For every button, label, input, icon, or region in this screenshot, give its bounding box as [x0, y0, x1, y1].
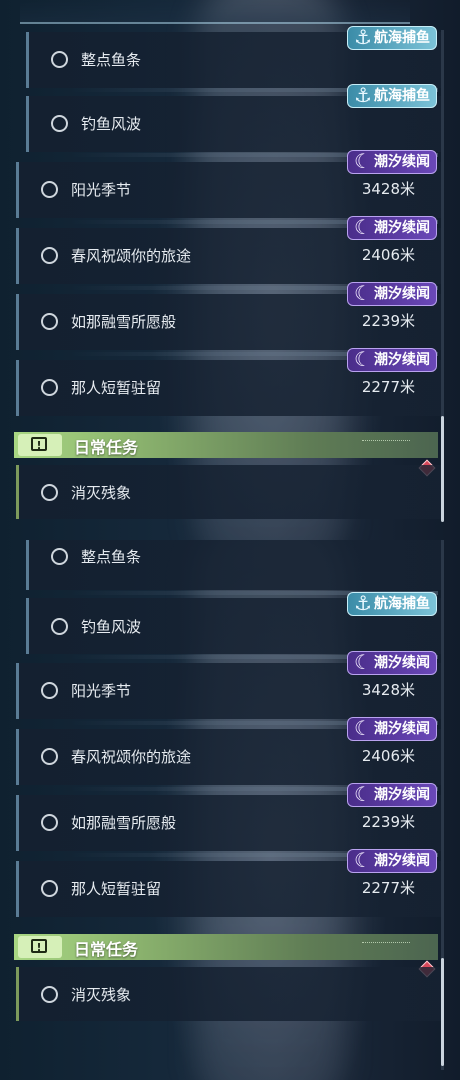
quest-row[interactable]: 那人短暂驻留 ☾ 潮汐续闻 2277米 — [16, 848, 441, 917]
quest-name: 整点鱼条 — [81, 51, 142, 69]
quest-name: 如那融雪所愿般 — [71, 814, 177, 832]
quest-type-badge: ☾ 潮汐续闻 — [347, 716, 437, 741]
quest-status-circle-icon — [41, 484, 58, 501]
quest-name: 钓鱼风波 — [81, 115, 142, 133]
quest-status-circle-icon — [41, 880, 58, 897]
quest-name: 阳光季节 — [71, 181, 132, 199]
exclamation-box-icon: ! — [18, 936, 62, 958]
quest-distance: 2239米 — [361, 312, 415, 330]
daily-quests-header[interactable]: ! 日常任务 — [14, 432, 438, 458]
quest-row[interactable]: 阳光季节 ☾ 潮汐续闻 3428米 — [16, 650, 441, 719]
anchor-icon: ⚓ — [354, 25, 372, 49]
scrollbar-thumb[interactable] — [441, 958, 444, 1066]
quest-type-badge: ☾ 潮汐续闻 — [347, 281, 437, 306]
header-decoration — [362, 942, 410, 949]
quest-status-circle-icon — [41, 986, 58, 1003]
quest-row[interactable]: 钓鱼风波 ⚓ 航海捕鱼 — [26, 83, 441, 152]
quest-distance: 2406米 — [361, 747, 415, 765]
anchor-icon: ⚓ — [354, 83, 372, 107]
quest-name: 如那融雪所愿般 — [71, 313, 177, 331]
quest-type-badge: ⚓ 航海捕鱼 — [347, 591, 437, 616]
panel-top-border — [20, 0, 410, 24]
quest-row[interactable]: 钓鱼风波 ⚓ 航海捕鱼 — [26, 591, 441, 654]
sparkle-crescent-icon: ☾ — [354, 347, 372, 371]
quest-distance: 2406米 — [361, 246, 415, 264]
quest-status-circle-icon — [41, 181, 58, 198]
sparkle-crescent-icon: ☾ — [354, 782, 372, 806]
sparkle-crescent-icon: ☾ — [354, 650, 372, 674]
quest-type-badge: ☾ 潮汐续闻 — [347, 650, 437, 675]
sparkle-crescent-icon: ☾ — [354, 848, 372, 872]
quest-name: 那人短暂驻留 — [71, 880, 162, 898]
quest-row[interactable]: 如那融雪所愿般 ☾ 潮汐续闻 2239米 — [16, 281, 441, 350]
quest-status-circle-icon — [41, 814, 58, 831]
quest-type-badge: ☾ 潮汐续闻 — [347, 347, 437, 372]
quest-status-circle-icon — [51, 115, 68, 132]
quest-type-badge: ⚓ 航海捕鱼 — [347, 83, 437, 108]
quest-list-panel: 整点鱼条 钓鱼风波 ⚓ 航海捕鱼 阳光季节 ☾ 潮汐续闻 3428米 春风祝颂你… — [0, 540, 460, 1080]
quest-status-circle-icon — [41, 682, 58, 699]
quest-distance: 2239米 — [361, 813, 415, 831]
quest-name: 春风祝颂你的旅途 — [71, 748, 192, 766]
scrollbar-thumb[interactable] — [441, 416, 444, 522]
category-title: 日常任务 — [74, 438, 139, 457]
quest-row[interactable]: 如那融雪所愿般 ☾ 潮汐续闻 2239米 — [16, 782, 441, 851]
quest-type-badge: ☾ 潮汐续闻 — [347, 215, 437, 240]
quest-type-badge: ☾ 潮汐续闻 — [347, 149, 437, 174]
quest-row[interactable]: 那人短暂驻留 ☾ 潮汐续闻 2277米 — [16, 347, 441, 416]
quest-type-badge: ☾ 潮汐续闻 — [347, 782, 437, 807]
quest-distance: 2277米 — [361, 378, 415, 396]
quest-row[interactable]: 整点鱼条 ⚓ 航海捕鱼 — [26, 25, 441, 88]
quest-status-circle-icon — [51, 548, 68, 565]
anchor-icon: ⚓ — [354, 591, 372, 615]
sparkle-crescent-icon: ☾ — [354, 215, 372, 239]
quest-distance: 2277米 — [361, 879, 415, 897]
quest-distance: 3428米 — [361, 681, 415, 699]
header-decoration — [362, 440, 410, 447]
quest-type-badge: ⚓ 航海捕鱼 — [347, 25, 437, 50]
quest-row[interactable]: 消灭残象 — [16, 967, 441, 1021]
sparkle-crescent-icon: ☾ — [354, 149, 372, 173]
quest-row[interactable]: 阳光季节 ☾ 潮汐续闻 3428米 — [16, 149, 441, 218]
quest-name: 消灭残象 — [71, 986, 132, 1004]
quest-row[interactable]: 消灭残象 — [16, 465, 441, 519]
quest-list-panel: 整点鱼条 ⚓ 航海捕鱼 钓鱼风波 ⚓ 航海捕鱼 阳光季节 ☾ 潮汐续闻 3428… — [0, 0, 460, 540]
quest-status-circle-icon — [41, 748, 58, 765]
category-title: 日常任务 — [74, 940, 139, 959]
sparkle-crescent-icon: ☾ — [354, 716, 372, 740]
quest-name: 整点鱼条 — [81, 548, 142, 566]
quest-name: 春风祝颂你的旅途 — [71, 247, 192, 265]
quest-status-circle-icon — [51, 618, 68, 635]
quest-status-circle-icon — [41, 247, 58, 264]
quest-row[interactable]: 春风祝颂你的旅途 ☾ 潮汐续闻 2406米 — [16, 215, 441, 284]
quest-row[interactable]: 春风祝颂你的旅途 ☾ 潮汐续闻 2406米 — [16, 716, 441, 785]
quest-distance: 3428米 — [361, 180, 415, 198]
quest-status-circle-icon — [41, 379, 58, 396]
quest-status-circle-icon — [51, 51, 68, 68]
quest-type-badge: ☾ 潮汐续闻 — [347, 848, 437, 873]
quest-name: 那人短暂驻留 — [71, 379, 162, 397]
exclamation-box-icon: ! — [18, 434, 62, 456]
quest-name: 钓鱼风波 — [81, 618, 142, 636]
sparkle-crescent-icon: ☾ — [354, 281, 372, 305]
daily-quests-header[interactable]: ! 日常任务 — [14, 934, 438, 960]
quest-name: 消灭残象 — [71, 484, 132, 502]
quest-row[interactable]: 整点鱼条 — [26, 540, 441, 590]
quest-name: 阳光季节 — [71, 682, 132, 700]
quest-status-circle-icon — [41, 313, 58, 330]
